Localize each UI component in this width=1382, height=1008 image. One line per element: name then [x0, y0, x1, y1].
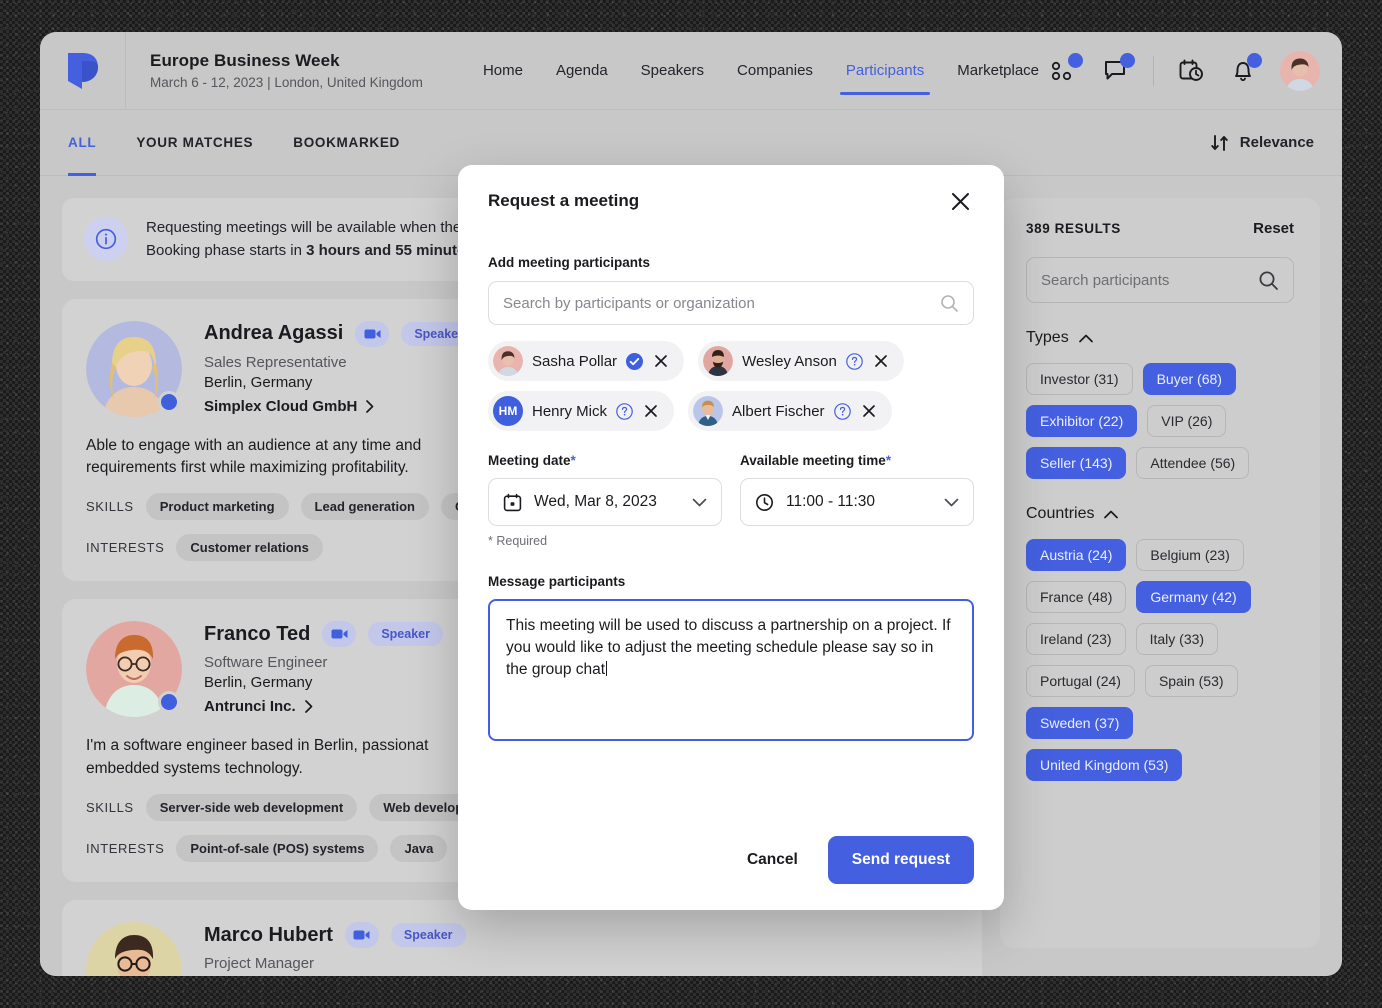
meeting-date-label: Meeting date* [488, 453, 722, 468]
participant-chip-name: Sasha Pollar [532, 353, 617, 370]
dialog-footer: Cancel Send request [488, 836, 974, 910]
meeting-time-field: Available meeting time* 11:00 - 11:30 [740, 453, 974, 548]
participant-chip: Albert Fischer [688, 391, 892, 431]
message-text: This meeting will be used to discuss a p… [506, 617, 951, 678]
dialog-title: Request a meeting [488, 191, 639, 211]
participants-search-input[interactable] [503, 295, 940, 312]
meeting-time-label: Available meeting time* [740, 453, 974, 468]
required-asterisk: * [571, 453, 576, 468]
participant-chip: Sasha Pollar [488, 341, 684, 381]
participants-search-field[interactable] [488, 281, 974, 325]
avatar [703, 346, 733, 376]
text-cursor [606, 661, 607, 676]
chevron-down-icon [944, 498, 959, 507]
remove-participant-button[interactable] [642, 402, 660, 420]
remove-participant-button[interactable] [652, 352, 670, 370]
question-circle-icon [846, 353, 863, 370]
calendar-icon [503, 493, 522, 512]
dialog-header: Request a meeting [488, 165, 974, 215]
check-circle-icon [626, 353, 643, 370]
avatar-initials: HM [493, 396, 523, 426]
cancel-button[interactable]: Cancel [731, 839, 814, 881]
close-dialog-button[interactable] [946, 187, 974, 215]
meeting-date-value: Wed, Mar 8, 2023 [534, 493, 680, 511]
meeting-time-select[interactable]: 11:00 - 11:30 [740, 478, 974, 526]
avatar [493, 346, 523, 376]
meeting-fields: Meeting date* Wed, Mar 8, 2023 [488, 453, 974, 548]
request-meeting-dialog: Request a meeting Add meeting participan… [458, 165, 1004, 910]
remove-participant-button[interactable] [860, 402, 878, 420]
search-icon [940, 294, 959, 313]
meeting-date-field: Meeting date* Wed, Mar 8, 2023 [488, 453, 722, 548]
question-circle-icon [616, 403, 633, 420]
selected-participants-chips: Sasha Pollar [488, 341, 974, 431]
add-participants-label: Add meeting participants [488, 255, 974, 270]
meeting-time-value: 11:00 - 11:30 [786, 493, 932, 511]
send-request-button[interactable]: Send request [828, 836, 974, 884]
clock-icon [755, 493, 774, 512]
app-window: Europe Business Week March 6 - 12, 2023 … [40, 32, 1342, 976]
participant-chip: Wesley Anson [698, 341, 904, 381]
chevron-down-icon [692, 498, 707, 507]
participant-chip: HM Henry Mick [488, 391, 674, 431]
remove-participant-button[interactable] [872, 352, 890, 370]
required-asterisk: * [886, 453, 891, 468]
participant-chip-name: Wesley Anson [742, 353, 837, 370]
participant-chip-name: Henry Mick [532, 403, 607, 420]
screen-root: Europe Business Week March 6 - 12, 2023 … [0, 0, 1382, 1008]
meeting-date-select[interactable]: Wed, Mar 8, 2023 [488, 478, 722, 526]
message-label: Message participants [488, 574, 974, 589]
participant-chip-name: Albert Fischer [732, 403, 825, 420]
meeting-date-label-text: Meeting date [488, 453, 571, 468]
close-icon [951, 192, 970, 211]
question-circle-icon [834, 403, 851, 420]
meeting-time-label-text: Available meeting time [740, 453, 886, 468]
avatar [693, 396, 723, 426]
required-note: * Required [488, 534, 722, 548]
message-textarea[interactable]: This meeting will be used to discuss a p… [488, 599, 974, 741]
